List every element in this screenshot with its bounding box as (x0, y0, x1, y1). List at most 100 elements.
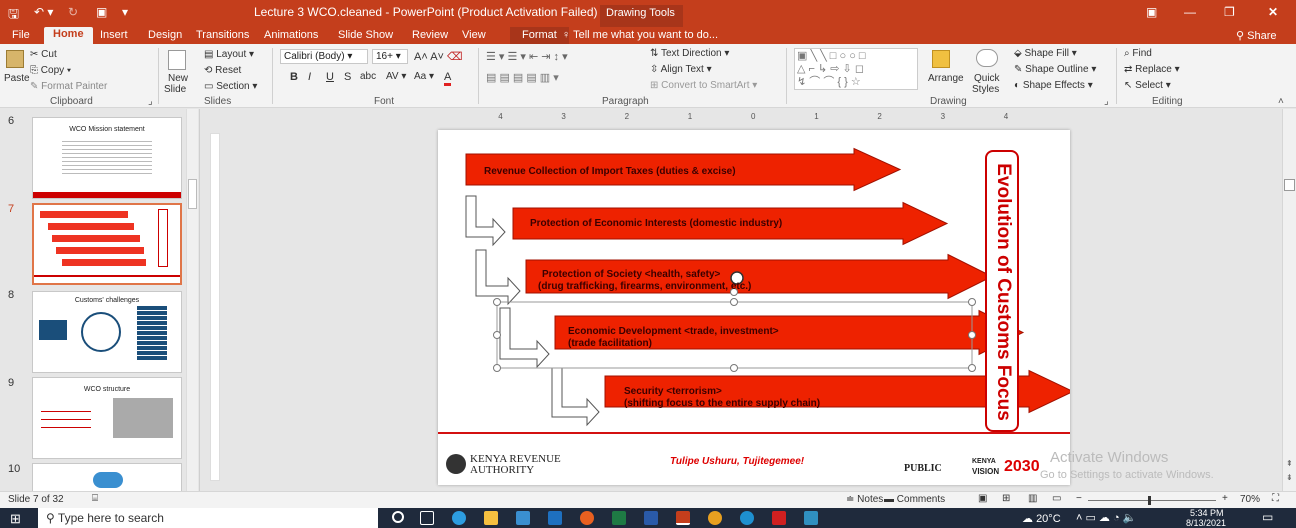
excel-icon[interactable] (612, 511, 626, 525)
new-slide-label[interactable]: New (168, 73, 188, 84)
tab-view[interactable]: View (462, 29, 486, 41)
zoom-level[interactable]: 70% (1240, 494, 1260, 505)
file-explorer-icon[interactable] (484, 511, 498, 525)
arrow-4-text-line2[interactable]: (trade facilitation) (568, 338, 652, 350)
bent-connector-arrow-4[interactable] (551, 367, 600, 427)
next-slide-icon[interactable]: ⇟ (1286, 473, 1293, 482)
slide-sorter-icon[interactable]: ⊞ (1002, 493, 1010, 504)
tab-home[interactable]: Home (44, 27, 93, 44)
comments-button[interactable]: ▬ Comments (884, 494, 945, 505)
select-button[interactable]: ↖ Select ▾ (1124, 80, 1171, 91)
tab-insert[interactable]: Insert (100, 29, 128, 41)
quick-styles-label-2[interactable]: Styles (972, 84, 999, 95)
slide-thumbnail-6[interactable]: WCO Mission statement (32, 117, 182, 199)
arrange-icon[interactable] (932, 50, 950, 68)
change-case-button[interactable]: Aa ▾ (414, 71, 434, 82)
copy-button[interactable]: ⎘ Copy ▾ (30, 65, 71, 76)
slideshow-view-icon[interactable]: ▭ (1052, 493, 1061, 504)
shape-outline-button[interactable]: ✎ Shape Outline ▾ (1014, 64, 1096, 75)
new-slide-icon[interactable] (168, 50, 186, 70)
find-button[interactable]: ⌕ Find (1124, 48, 1152, 59)
close-button[interactable]: ✕ (1268, 5, 1278, 19)
mail-icon[interactable] (548, 511, 562, 525)
zoom-in-button[interactable]: + (1222, 493, 1228, 504)
chrome-icon[interactable] (708, 511, 722, 525)
paste-button[interactable]: Paste (4, 73, 30, 84)
slide-thumbnail-9[interactable]: WCO structure (32, 377, 182, 459)
arrow-5-text-line1[interactable]: Security <terrorism> (624, 386, 722, 398)
underline-button[interactable]: U (326, 71, 334, 83)
resize-handle[interactable] (493, 331, 501, 339)
app-icon[interactable] (804, 511, 818, 525)
clear-format-icon[interactable]: ⌫ (447, 51, 463, 63)
slide-thumbnail-8[interactable]: Customs' challenges (32, 291, 182, 373)
resize-handle[interactable] (493, 364, 501, 372)
clipboard-launcher-icon[interactable]: ⌟ (148, 96, 153, 107)
paste-icon[interactable] (6, 50, 24, 68)
minimize-button[interactable]: — (1184, 5, 1196, 19)
tab-review[interactable]: Review (412, 29, 448, 41)
windows-start-icon[interactable]: ⊞ (10, 511, 21, 527)
char-spacing-button[interactable]: AV ▾ (386, 71, 406, 82)
clock-date[interactable]: 8/13/2021 (1186, 518, 1226, 528)
format-painter-button[interactable]: ✎ Format Painter (30, 81, 107, 92)
thumbnail-scroll-thumb[interactable] (188, 179, 197, 209)
powerpoint-icon[interactable] (676, 511, 690, 525)
restore-button[interactable]: ❐ (1224, 5, 1235, 19)
taskbar-search-box[interactable]: ⚲ Type here to search (38, 508, 378, 528)
tab-transitions[interactable]: Transitions (196, 29, 249, 41)
normal-view-icon[interactable]: ▣ (978, 493, 987, 504)
resize-handle[interactable] (493, 298, 501, 306)
system-tray-icons[interactable]: ˄ ▭ ☁ ◔ 🔈 (1076, 511, 1136, 524)
vertical-title-box[interactable]: Evolution of Customs Focus (985, 150, 1019, 432)
resize-handle[interactable] (968, 331, 976, 339)
slide-thumbnail-7[interactable] (32, 203, 182, 285)
tab-file[interactable]: File (12, 29, 30, 41)
ribbon-display-options-icon[interactable]: ▣ (1146, 5, 1157, 19)
store-icon[interactable] (516, 511, 530, 525)
text-direction-button[interactable]: ⇅ Text Direction ▾ (650, 48, 729, 59)
reset-button[interactable]: ⟲ Reset (204, 65, 241, 76)
slide-thumbnail-10[interactable] (32, 463, 182, 491)
arrow-3-text-line1[interactable]: Protection of Society <health, safety> (542, 269, 720, 281)
save-icon[interactable]: 🖫 (8, 5, 19, 27)
replace-button[interactable]: ⇄ Replace ▾ (1124, 64, 1180, 75)
firefox-icon[interactable] (580, 511, 594, 525)
arrow-2-text[interactable]: Protection of Economic Interests (domest… (530, 218, 782, 230)
tab-design[interactable]: Design (148, 29, 182, 41)
drawing-launcher-icon[interactable]: ⌟ (1104, 96, 1109, 107)
undo-icon[interactable]: ↶ ▾ (34, 5, 53, 19)
thumbnail-scrollbar[interactable] (186, 109, 198, 491)
resize-handle[interactable] (730, 298, 738, 306)
arrange-button[interactable]: Arrange (928, 73, 964, 84)
fit-to-window-icon[interactable]: ⛶ (1272, 493, 1279, 504)
bent-connector-arrow-2[interactable] (475, 249, 521, 306)
slide-canvas[interactable]: Revenue Collection of Import Taxes (duti… (438, 130, 1070, 485)
notifications-icon[interactable]: ▭ (1262, 510, 1273, 524)
edge-icon[interactable] (452, 511, 466, 525)
editor-scroll-thumb[interactable] (1284, 179, 1295, 191)
font-color-button[interactable]: A (444, 71, 452, 86)
tab-animations[interactable]: Animations (264, 29, 318, 41)
shape-effects-button[interactable]: ◐ Shape Effects ▾ (1014, 80, 1093, 91)
tab-slide-show[interactable]: Slide Show (338, 29, 393, 41)
cut-button[interactable]: ✂ Cut (30, 49, 57, 60)
bent-connector-arrow-3[interactable] (499, 307, 550, 369)
arrow-3-text-line2[interactable]: (drug trafficking, firearms, environment… (538, 281, 751, 293)
layout-button[interactable]: ▤ Layout ▾ (204, 49, 254, 60)
bent-connector-arrow-1[interactable] (465, 195, 506, 247)
strikethrough-button[interactable]: abc (360, 71, 376, 82)
share-button[interactable]: ⚲ Share (1236, 29, 1276, 42)
quick-styles-label[interactable]: Quick (974, 73, 1000, 84)
resize-handle[interactable] (968, 364, 976, 372)
editor-scrollbar[interactable]: ⇞ ⇟ (1282, 109, 1296, 491)
arrow-1-text[interactable]: Revenue Collection of Import Taxes (duti… (484, 166, 736, 178)
zoom-slider[interactable] (1088, 496, 1216, 505)
task-view-icon[interactable] (420, 511, 434, 525)
bold-button[interactable]: B (290, 71, 298, 83)
weather-widget[interactable]: ☁ 20°C (1022, 512, 1061, 525)
shape-fill-button[interactable]: ⬙ Shape Fill ▾ (1014, 48, 1077, 59)
acrobat-icon[interactable] (772, 511, 786, 525)
align-icons[interactable]: ▤ ▤ ▤ ▤ ▥ ▾ (486, 71, 559, 84)
tell-me-search[interactable]: ♀ Tell me what you want to do... (562, 29, 718, 41)
